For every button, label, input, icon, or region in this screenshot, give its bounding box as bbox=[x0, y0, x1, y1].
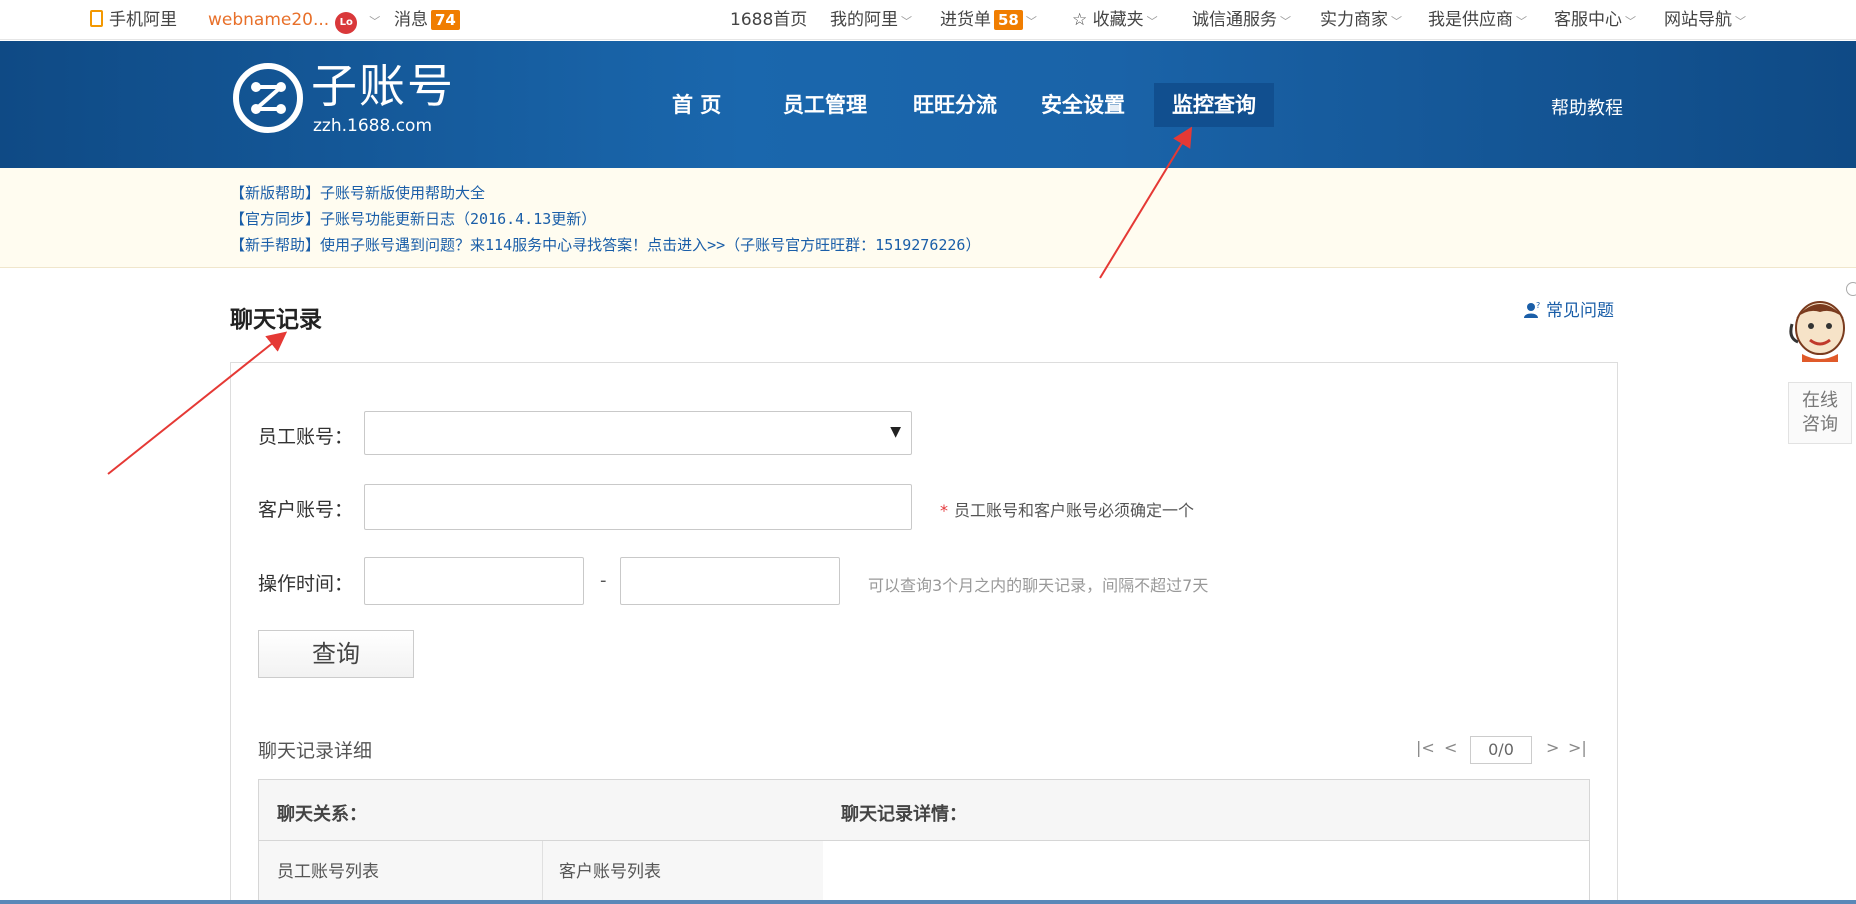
my-ali-menu[interactable]: 我的阿里 ﹀ bbox=[830, 9, 912, 33]
mascot-icon bbox=[1789, 301, 1845, 362]
svg-text:?: ? bbox=[1536, 301, 1540, 310]
chat-detail-title: 聊天记录详细 bbox=[258, 740, 373, 762]
nav-monitor-query[interactable]: 监控查询 bbox=[1172, 91, 1256, 119]
notice-link-update-log[interactable]: 【官方同步】子账号功能更新日志（2016.4.13更新） bbox=[230, 208, 596, 229]
chat-record-table: 聊天关系： 聊天记录详情： 员工账号列表 客户账号列表 bbox=[258, 779, 1590, 904]
time-range-hint: 可以查询3个月之内的聊天记录，间隔不超过7天 bbox=[868, 576, 1209, 595]
chevron-down-icon: ﹀ bbox=[1391, 15, 1402, 28]
messages-link[interactable]: 消息 74 bbox=[394, 9, 460, 31]
logo-domain: zzh.1688.com bbox=[313, 116, 432, 136]
logo-title[interactable]: 子账号 bbox=[311, 59, 455, 113]
customer-account-label: 客户账号： bbox=[258, 499, 354, 521]
strong-merchant-menu[interactable]: 实力商家 ﹀ bbox=[1320, 9, 1402, 33]
nav-wangwang-split[interactable]: 旺旺分流 bbox=[913, 91, 997, 119]
nav-employee-management[interactable]: 员工管理 bbox=[783, 91, 867, 119]
chevron-down-icon: ﹀ bbox=[1025, 15, 1037, 28]
home-1688-link[interactable]: 1688首页 bbox=[730, 9, 807, 31]
mobile-ali-link[interactable]: 手机阿里 bbox=[90, 9, 177, 31]
top-bar: 手机阿里 webname20... Lo ﹀ 消息 74 1688首页 我的阿里 ﹀ 进… bbox=[0, 0, 1856, 40]
chevron-down-icon: ﹀ bbox=[901, 15, 912, 28]
required-note: * 员工账号和客户账号必须确定一个 bbox=[940, 501, 1195, 520]
consult-label-line1: 在线 bbox=[1802, 390, 1838, 411]
user-menu[interactable]: webname20... Lo ﹀ bbox=[208, 9, 380, 34]
table-header: 聊天关系： 聊天记录详情： bbox=[259, 780, 1589, 841]
chengxin-menu[interactable]: 诚信通服务 ﹀ bbox=[1192, 9, 1291, 33]
employee-account-label: 员工账号： bbox=[258, 426, 354, 448]
employee-account-list-header: 员工账号列表 bbox=[277, 862, 379, 882]
help-tutorial-link[interactable]: 帮助教程 bbox=[1551, 94, 1623, 120]
phone-icon bbox=[90, 10, 103, 27]
employee-account-select[interactable]: ▼ bbox=[364, 411, 912, 455]
username: webname20... bbox=[208, 10, 330, 30]
purchase-count-badge: 58 bbox=[994, 10, 1023, 30]
bottom-edge bbox=[0, 900, 1856, 904]
site-nav-menu[interactable]: 网站导航 ﹀ bbox=[1664, 9, 1746, 33]
col-chat-relation: 聊天关系： bbox=[277, 804, 367, 825]
faq-link[interactable]: ? 常见问题 bbox=[1524, 296, 1614, 321]
pager-first-button[interactable]: |< bbox=[1416, 738, 1435, 757]
time-separator: - bbox=[600, 570, 607, 591]
level-badge: Lo bbox=[335, 12, 358, 34]
page-title: 聊天记录 bbox=[230, 307, 322, 333]
logo-icon bbox=[233, 63, 303, 133]
operation-time-label: 操作时间： bbox=[258, 573, 354, 595]
notice-link-beginner-help[interactable]: 【新手帮助】使用子账号遇到问题？来114服务中心寻找答案！点击进入>>（子账号官… bbox=[230, 234, 980, 255]
end-time-input[interactable] bbox=[620, 557, 840, 605]
customer-account-list-header: 客户账号列表 bbox=[559, 862, 661, 882]
dropdown-arrow-icon: ▼ bbox=[890, 424, 901, 440]
purchase-list-menu[interactable]: 进货单 58 ﹀ bbox=[940, 9, 1037, 33]
nav-home[interactable]: 首 页 bbox=[672, 91, 721, 119]
pager-last-button[interactable]: >| bbox=[1568, 738, 1587, 757]
pager-next-button[interactable]: > bbox=[1546, 738, 1559, 757]
favorites-menu[interactable]: ☆ 收藏夹 ﹀ bbox=[1072, 9, 1158, 33]
consult-label-line2: 咨询 bbox=[1802, 414, 1838, 435]
user-question-icon: ? bbox=[1524, 301, 1540, 318]
customer-account-input[interactable] bbox=[364, 484, 912, 530]
query-button[interactable]: 查询 bbox=[258, 630, 414, 678]
table-sub-header: 员工账号列表 客户账号列表 bbox=[259, 841, 823, 904]
site-header: 子账号 zzh.1688.com 首 页 员工管理 旺旺分流 安全设置 监控查询… bbox=[0, 41, 1856, 168]
chevron-down-icon: ﹀ bbox=[1146, 15, 1158, 28]
col-chat-detail: 聊天记录详情： bbox=[841, 804, 967, 825]
chevron-down-icon: ﹀ bbox=[1516, 15, 1527, 28]
start-time-input[interactable] bbox=[364, 557, 584, 605]
chevron-down-icon: ﹀ bbox=[1280, 15, 1291, 28]
nav-security-settings[interactable]: 安全设置 bbox=[1041, 91, 1125, 119]
required-star: * bbox=[940, 501, 948, 520]
message-count-badge: 74 bbox=[431, 10, 460, 30]
online-consult-widget[interactable]: 在线 咨询 bbox=[1784, 282, 1856, 447]
column-divider bbox=[542, 841, 543, 904]
supplier-menu[interactable]: 我是供应商 ﹀ bbox=[1428, 9, 1527, 33]
pager-prev-button[interactable]: < bbox=[1444, 738, 1457, 757]
pager-page-indicator: 0/0 bbox=[1470, 736, 1532, 764]
chevron-down-icon: ﹀ bbox=[1625, 15, 1636, 28]
chevron-down-icon: ﹀ bbox=[1735, 15, 1746, 28]
notice-link-new-help[interactable]: 【新版帮助】子账号新版使用帮助大全 bbox=[230, 182, 485, 203]
notice-banner: 【新版帮助】子账号新版使用帮助大全 【官方同步】子账号功能更新日志（2016.4… bbox=[0, 168, 1856, 268]
service-center-menu[interactable]: 客服中心 ﹀ bbox=[1554, 9, 1636, 33]
chevron-down-icon: ﹀ bbox=[369, 15, 381, 28]
